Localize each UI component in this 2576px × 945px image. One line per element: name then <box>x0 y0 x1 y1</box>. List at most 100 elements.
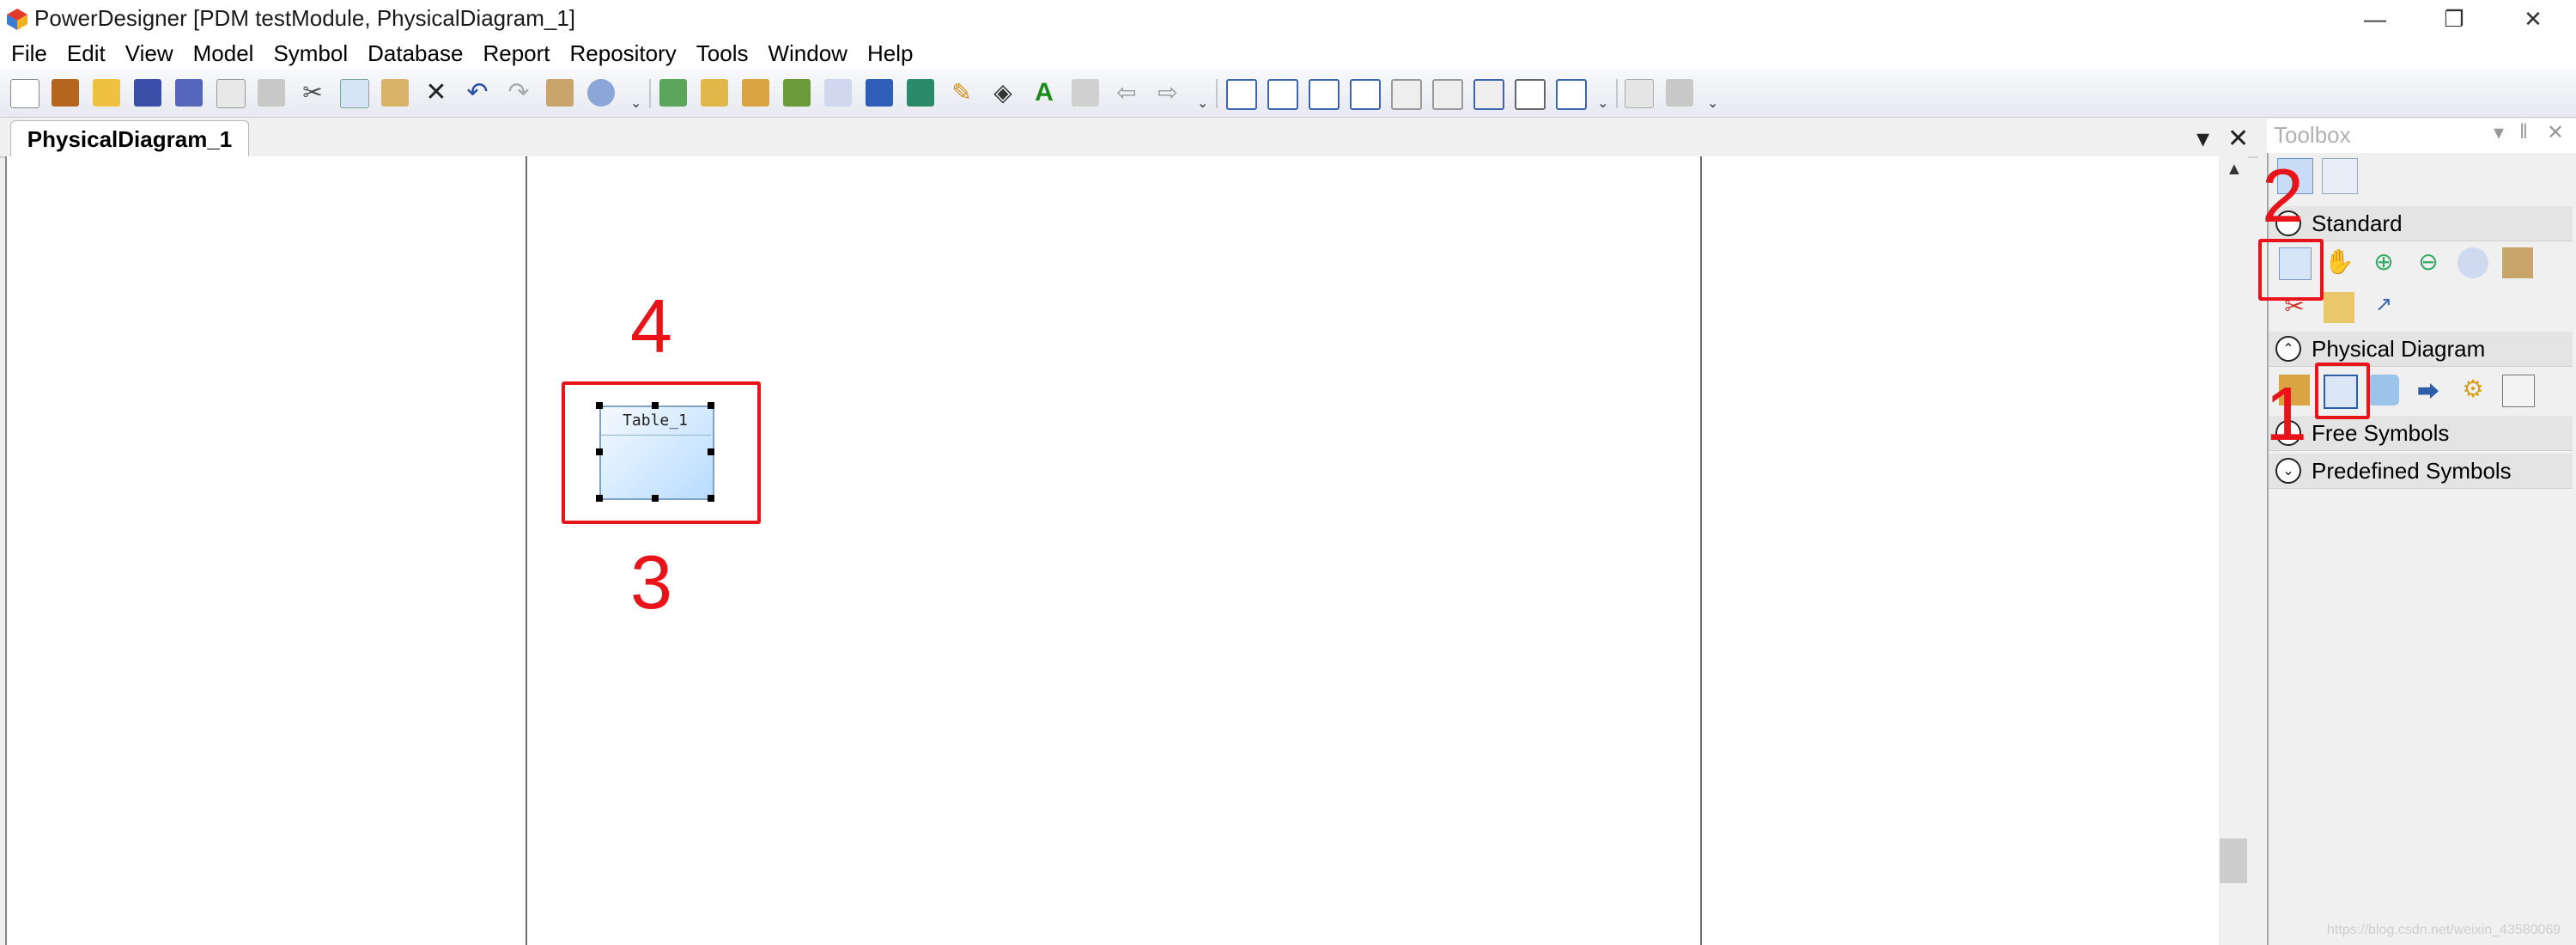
menu-bar: File Edit View Model Symbol Database Rep… <box>0 38 2576 69</box>
print-preview-icon[interactable] <box>216 79 246 108</box>
undo-icon[interactable]: ↶ <box>464 79 491 107</box>
watermark-text: https://blog.csdn.net/weixin_43580069 <box>2327 923 2561 937</box>
link-icon[interactable]: ↗ <box>2368 292 2399 323</box>
view-tool-icon[interactable] <box>2368 375 2399 405</box>
annotation-number-1: 1 <box>2265 371 2307 456</box>
save-icon[interactable] <box>134 79 161 107</box>
minimize-button[interactable]: — <box>2336 0 2415 38</box>
align-icon[interactable] <box>1072 79 1099 107</box>
close-tab-icon[interactable]: ✕ <box>2227 124 2249 154</box>
section-predefined-symbols-label: Predefined Symbols <box>2312 457 2512 484</box>
file-tool-icon[interactable] <box>2502 375 2535 407</box>
checklist-icon[interactable] <box>824 79 852 107</box>
menu-file[interactable]: File <box>0 40 56 67</box>
back-arrow-icon[interactable]: ⇦ <box>1113 79 1140 107</box>
annotation-box-table-tool <box>2315 363 2370 419</box>
print-icon[interactable] <box>258 79 285 107</box>
menu-symbol[interactable]: Symbol <box>262 40 356 67</box>
fill-icon[interactable]: ◈ <box>989 79 1017 107</box>
tab-physicaldiagram[interactable]: PhysicalDiagram_1 <box>10 120 249 157</box>
diagram-view-icon[interactable] <box>1226 79 1257 110</box>
toolbar-overflow-icon[interactable]: ⌄ <box>1597 94 1608 112</box>
section-standard[interactable]: ⌃ Standard <box>2269 206 2573 241</box>
package-icon[interactable] <box>701 79 728 107</box>
text-format-icon[interactable] <box>907 79 934 107</box>
menu-database[interactable]: Database <box>356 40 471 67</box>
copy-icon[interactable] <box>340 79 369 108</box>
window-title: PowerDesigner [PDM testModule, PhysicalD… <box>34 5 576 31</box>
section-standard-label: Standard <box>2312 210 2403 236</box>
tool-properties-icon[interactable] <box>2502 247 2533 278</box>
scrollbar-thumb[interactable] <box>2220 838 2247 883</box>
tab-list-icon[interactable]: ▾ <box>2196 124 2209 154</box>
open-view-icon[interactable] <box>2458 247 2488 278</box>
paste-icon[interactable] <box>381 79 409 107</box>
vertical-scrollbar[interactable] <box>2219 156 2248 945</box>
list-view-toggle-icon[interactable] <box>2322 158 2358 194</box>
reference-tool-icon[interactable]: ⮕ <box>2413 375 2444 405</box>
menu-view[interactable]: View <box>114 40 182 67</box>
browse-icon[interactable] <box>742 79 769 107</box>
save-all-icon[interactable] <box>175 79 203 107</box>
toolbar-overflow-icon[interactable]: ⌄ <box>1707 94 1718 112</box>
toolbar-separator <box>1216 79 1218 108</box>
zoom-out-icon[interactable]: ⊖ <box>2413 247 2444 278</box>
cut-icon[interactable]: ✂ <box>299 79 326 107</box>
grabber-icon[interactable]: ✋ <box>2324 247 2354 278</box>
tool-note-icon[interactable] <box>2324 292 2354 323</box>
list-view-icon[interactable] <box>1267 79 1298 110</box>
properties-icon[interactable] <box>546 79 574 107</box>
menu-tools[interactable]: Tools <box>685 40 757 67</box>
report-print-icon[interactable] <box>1666 79 1693 107</box>
diagram-canvas[interactable] <box>5 156 2221 945</box>
expand-icon[interactable]: ⌄ <box>2275 458 2301 484</box>
menu-report[interactable]: Report <box>471 40 558 67</box>
brush-icon[interactable]: ✎ <box>948 79 975 107</box>
annotation-number-4: 4 <box>630 284 672 369</box>
section-predefined-symbols[interactable]: ⌄ Predefined Symbols <box>2269 454 2573 489</box>
detail-view-icon[interactable] <box>1309 79 1340 110</box>
report-preview-icon[interactable] <box>1625 79 1654 108</box>
shadow-icon[interactable] <box>866 79 893 107</box>
zoom-view-icon[interactable] <box>1391 79 1422 110</box>
toolbar-separator <box>649 79 651 108</box>
zoom-in-icon[interactable]: ⊕ <box>2368 247 2399 278</box>
restore-button[interactable]: ❐ <box>2415 0 2494 38</box>
result-list-icon[interactable] <box>1556 79 1587 110</box>
annotation-number-2: 2 <box>2262 153 2304 238</box>
section-free-symbols[interactable]: ⌄ Free Symbols <box>2269 416 2573 451</box>
redo-icon[interactable]: ↷ <box>505 79 532 107</box>
menu-repository[interactable]: Repository <box>559 40 685 67</box>
menu-edit[interactable]: Edit <box>56 40 114 67</box>
refresh-icon[interactable] <box>783 79 811 107</box>
tile-view-icon[interactable] <box>1350 79 1381 110</box>
toolbar-overflow-icon[interactable]: ⌄ <box>630 94 641 112</box>
close-window-button[interactable]: ✕ <box>2494 0 2573 38</box>
annotation-number-3: 3 <box>630 540 672 625</box>
collapse-icon[interactable]: ⌃ <box>2275 336 2301 362</box>
page-boundary-line <box>1700 156 1702 945</box>
toolbar-overflow-icon[interactable]: ⌄ <box>1197 94 1208 112</box>
restore-icon: ❐ <box>2444 5 2464 32</box>
new-model-icon[interactable] <box>659 79 687 107</box>
open-folder-icon[interactable] <box>93 79 120 107</box>
new-file-icon[interactable] <box>10 79 39 108</box>
section-physical-diagram[interactable]: ⌃ Physical Diagram <box>2269 332 2573 367</box>
forward-arrow-icon[interactable]: ⇨ <box>1154 79 1182 107</box>
new-project-icon[interactable] <box>52 79 79 107</box>
procedure-tool-icon[interactable]: ⚙ <box>2458 375 2488 405</box>
menu-window[interactable]: Window <box>756 40 855 67</box>
toolbox-menu-icon[interactable]: ▾ <box>2494 120 2504 145</box>
check-model-icon[interactable] <box>587 79 615 107</box>
menu-help[interactable]: Help <box>856 40 921 67</box>
section-physical-diagram-label: Physical Diagram <box>2312 335 2486 362</box>
menu-model[interactable]: Model <box>182 40 263 67</box>
close-toolbox-icon[interactable]: ✕ <box>2547 120 2564 145</box>
output-window-icon[interactable] <box>1515 79 1546 110</box>
font-color-icon[interactable]: A <box>1030 79 1058 107</box>
search-view-icon[interactable] <box>1473 79 1504 110</box>
delete-icon[interactable]: ✕ <box>422 79 450 107</box>
page-view-icon[interactable] <box>1432 79 1463 110</box>
pin-icon[interactable]: ‖ <box>2519 120 2528 144</box>
scroll-up-icon[interactable]: ▲ <box>2226 160 2243 180</box>
